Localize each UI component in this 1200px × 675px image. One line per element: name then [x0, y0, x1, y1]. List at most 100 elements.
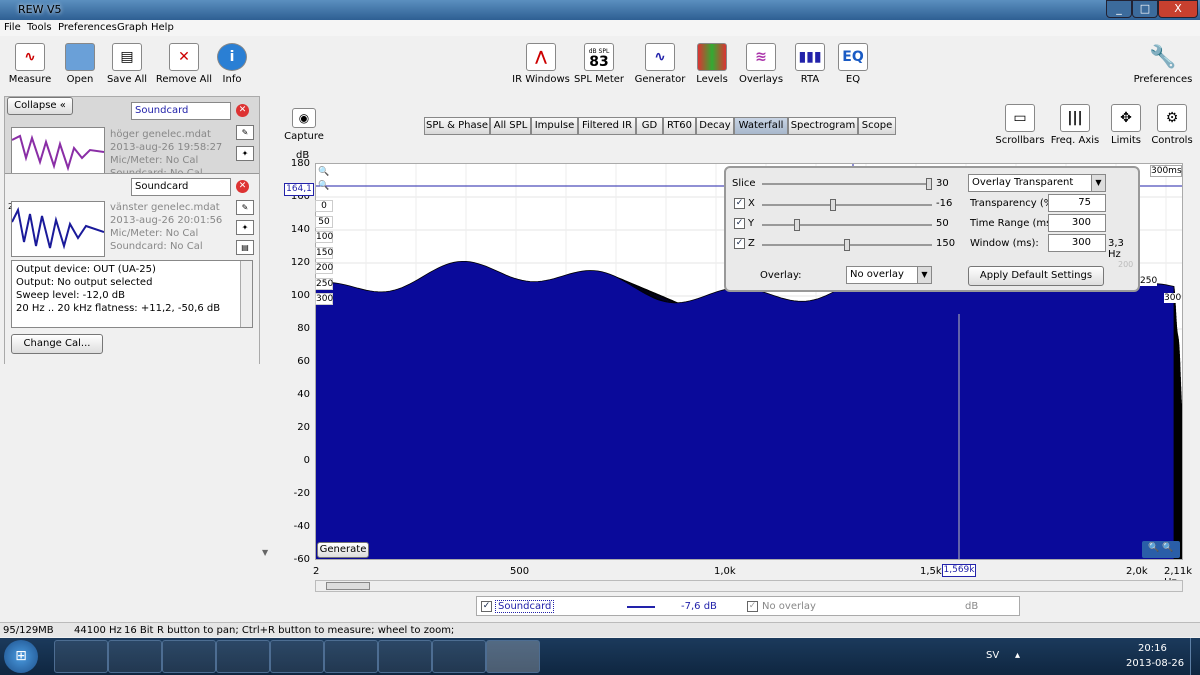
- x-slider[interactable]: [762, 199, 932, 211]
- horizontal-scrollbar[interactable]: [315, 580, 1183, 592]
- measurement-1-thumbnail[interactable]: [11, 127, 105, 177]
- info-flatness: 20 Hz .. 20 kHz flatness: +11,2, -50,6 d…: [16, 303, 221, 314]
- tab-gd[interactable]: GD: [636, 117, 663, 135]
- z-knob[interactable]: [844, 239, 850, 251]
- spl-meter-button[interactable]: dB SPL 83 SPL Meter: [569, 43, 629, 85]
- measurement-1-sparkle-icon[interactable]: ✦: [236, 146, 254, 161]
- menu-preferences[interactable]: Preferences: [58, 22, 117, 33]
- x-label: X: [748, 198, 755, 209]
- maximize-button[interactable]: □: [1132, 0, 1158, 18]
- rta-icon: ▮▮▮: [795, 43, 825, 71]
- info-button[interactable]: i Info: [202, 43, 262, 85]
- y-slider[interactable]: [762, 219, 932, 231]
- cursor-y-readout: 164,1: [284, 183, 314, 196]
- preferences-label: Preferences: [1133, 74, 1193, 85]
- overlays-label: Overlays: [738, 74, 784, 85]
- z-slider[interactable]: [762, 239, 932, 251]
- status-bar: 95/129MB 44100 Hz 16 Bit R button to pan…: [0, 622, 1200, 637]
- measurement-2-device[interactable]: Soundcard: [131, 178, 231, 196]
- tray-language[interactable]: SV: [986, 650, 999, 661]
- zoom-in-icon[interactable]: 🔍: [318, 167, 330, 179]
- generator-button[interactable]: ∿ Generator: [630, 43, 690, 85]
- show-desktop-button[interactable]: [1190, 638, 1200, 675]
- minimize-button[interactable]: _: [1106, 0, 1132, 18]
- info-scrollbar[interactable]: [240, 261, 252, 327]
- tab-rt60[interactable]: RT60: [663, 117, 696, 135]
- remove-measurement-1-icon[interactable]: ✕: [236, 104, 249, 117]
- window-input[interactable]: 300: [1048, 234, 1106, 252]
- mode-select[interactable]: Overlay Transparent ▼: [968, 174, 1106, 192]
- collapse-button[interactable]: Collapse «: [7, 97, 73, 115]
- taskbar-skype-icon[interactable]: [270, 640, 324, 673]
- tab-impulse[interactable]: Impulse: [531, 117, 578, 135]
- close-button[interactable]: X: [1158, 0, 1198, 18]
- taskbar-firefox-icon[interactable]: [162, 640, 216, 673]
- zoom-out-icon[interactable]: 🔍: [318, 181, 330, 193]
- eq-label: EQ: [845, 74, 861, 85]
- start-button[interactable]: ⊞: [4, 640, 38, 673]
- overlay-select[interactable]: No overlay ▼: [846, 266, 932, 284]
- eq-button[interactable]: EQ EQ: [823, 43, 883, 85]
- tray-show-hidden-icon[interactable]: ▴: [1015, 650, 1020, 661]
- measurement-1-ruler-icon[interactable]: ✎: [236, 125, 254, 140]
- scrollbar-thumb[interactable]: [326, 582, 370, 590]
- spl-meter-icon: dB SPL 83: [584, 43, 614, 71]
- measurement-2-sparkle-icon[interactable]: ✦: [236, 220, 254, 235]
- tab-scope[interactable]: Scope: [858, 117, 896, 135]
- menu-tools[interactable]: Tools: [27, 22, 52, 33]
- time-tick-label: 300: [315, 293, 334, 305]
- taskbar-torrent-icon[interactable]: [378, 640, 432, 673]
- x-knob[interactable]: [830, 199, 836, 211]
- save-all-button[interactable]: ▤ Save All: [97, 43, 157, 85]
- measurement-2-ruler-icon[interactable]: ✎: [236, 200, 254, 215]
- info-sweep-level: Sweep level: -12,0 dB: [16, 290, 125, 301]
- transparency-input[interactable]: 75: [1048, 194, 1106, 212]
- menu-graph[interactable]: Graph: [117, 22, 148, 33]
- slice-slider[interactable]: [762, 178, 932, 190]
- z-checkbox[interactable]: ✓: [734, 238, 745, 249]
- taskbar-network-icon[interactable]: [216, 640, 270, 673]
- apply-default-settings-button[interactable]: Apply Default Settings: [968, 266, 1104, 286]
- taskbar-app-icon[interactable]: [432, 640, 486, 673]
- generate-button[interactable]: Generate: [317, 542, 369, 558]
- tab-spectrogram[interactable]: Spectrogram: [788, 117, 858, 135]
- time-range-input[interactable]: 300: [1048, 214, 1106, 232]
- tab-filtered-ir[interactable]: Filtered IR: [578, 117, 636, 135]
- x-checkbox[interactable]: ✓: [734, 198, 745, 209]
- freq-axis-icon: |||: [1060, 104, 1090, 132]
- zoom-controls-icon[interactable]: 🔍 🔍: [1142, 541, 1180, 558]
- taskbar-spotify-icon[interactable]: [324, 640, 378, 673]
- legend-checkbox[interactable]: ✓: [481, 601, 492, 612]
- scrollbars-button[interactable]: ▭ Scrollbars: [990, 104, 1050, 146]
- remove-measurement-2-icon[interactable]: ✕: [236, 180, 249, 193]
- ir-windows-button[interactable]: ⋀ IR Windows: [511, 43, 571, 85]
- slice-knob[interactable]: [926, 178, 932, 190]
- y-tick-label: 0: [303, 455, 310, 466]
- time-tick-label: 0: [315, 200, 333, 212]
- preferences-button[interactable]: 🔧 Preferences: [1133, 43, 1193, 86]
- measurement-2-notes-icon[interactable]: ▤: [236, 240, 254, 255]
- tray-date[interactable]: 2013-08-26: [1126, 658, 1184, 669]
- overlay-legend-checkbox[interactable]: ✓: [747, 601, 758, 612]
- taskbar-explorer-icon[interactable]: [54, 640, 108, 673]
- menu-help[interactable]: Help: [151, 22, 174, 33]
- taskbar-media-icon[interactable]: [108, 640, 162, 673]
- tab-decay[interactable]: Decay: [696, 117, 734, 135]
- tab-waterfall[interactable]: Waterfall: [734, 117, 788, 135]
- y-checkbox[interactable]: ✓: [734, 218, 745, 229]
- capture-button[interactable]: ◉ Capture: [274, 108, 334, 142]
- taskbar: ⊞ SV ▴ 20:16 2013-08-26: [0, 638, 1200, 675]
- ir-windows-label: IR Windows: [512, 74, 570, 85]
- menu-file[interactable]: File: [4, 22, 21, 33]
- measurement-1-device[interactable]: Soundcard: [131, 102, 231, 120]
- tab-all-spl[interactable]: All SPL: [490, 117, 531, 135]
- controls-button[interactable]: ⚙ Controls: [1142, 104, 1200, 146]
- scroll-down-icon[interactable]: ▼: [262, 548, 268, 557]
- tab-spl-phase[interactable]: SPL & Phase: [424, 117, 490, 135]
- y-knob[interactable]: [794, 219, 800, 231]
- measurement-2-thumbnail[interactable]: [11, 201, 105, 257]
- change-cal-button[interactable]: Change Cal...: [11, 334, 103, 354]
- tray-time[interactable]: 20:16: [1138, 643, 1167, 654]
- taskbar-rew-icon[interactable]: [486, 640, 540, 673]
- legend-name[interactable]: Soundcard: [495, 600, 555, 613]
